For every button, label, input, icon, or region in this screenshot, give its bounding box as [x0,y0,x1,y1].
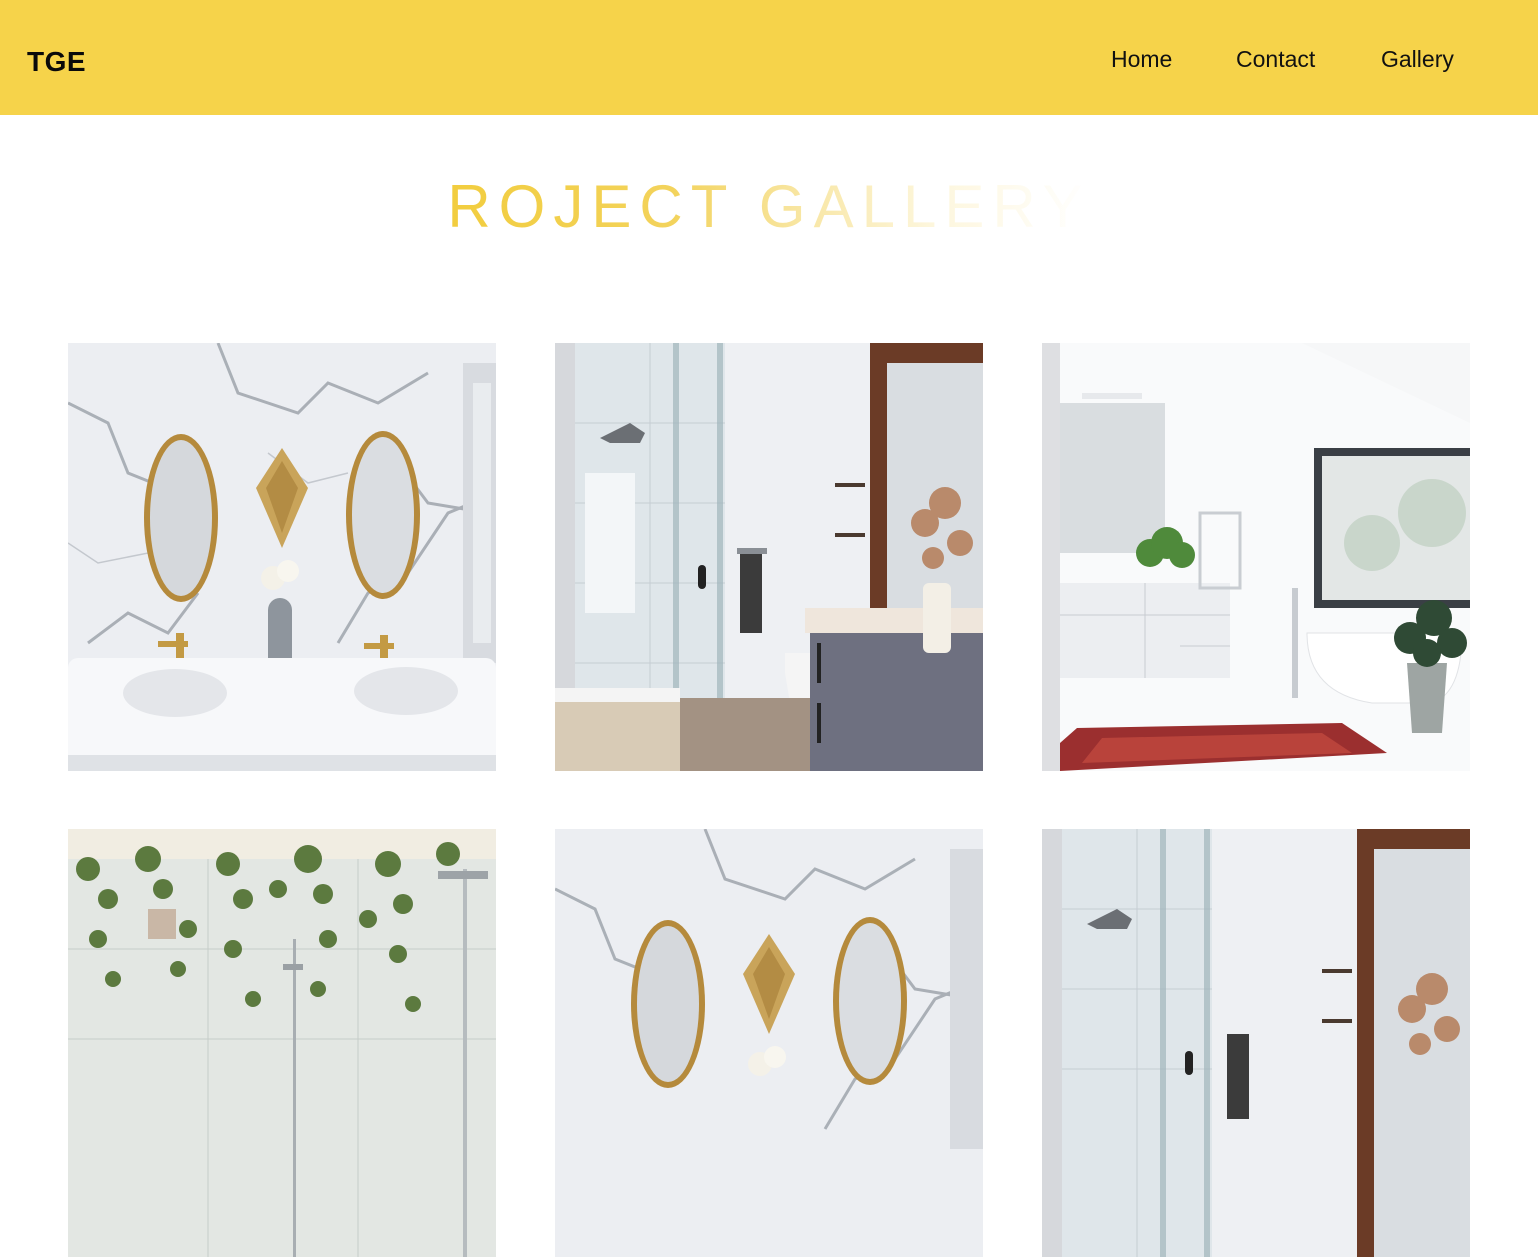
gallery-image-marble-vanity[interactable] [68,343,496,771]
nav-link-contact[interactable]: Contact [1236,46,1315,73]
gallery-title-text: ROJECT GALLERY [447,173,1091,240]
gallery-image-glass-shower-2[interactable] [1042,829,1470,1257]
glass-shower-photo-2 [1042,829,1470,1257]
glass-shower-photo [555,343,983,771]
gallery-image-glass-shower[interactable] [555,343,983,771]
hanging-plants-photo [68,829,496,1257]
page-title: ROJECT GALLERY [0,172,1538,241]
gallery-image-marble-vanity-2[interactable] [555,829,983,1257]
nav-link-gallery[interactable]: Gallery [1381,46,1454,73]
marble-vanity-photo [68,343,496,771]
nav-link-home[interactable]: Home [1111,46,1172,73]
marble-vanity-photo-2 [555,829,983,1257]
white-tub-photo [1042,343,1470,771]
gallery-image-white-tub[interactable] [1042,343,1470,771]
navbar: TGE Home Contact Gallery [0,0,1538,115]
site-logo[interactable]: TGE [27,46,86,78]
gallery-image-hanging-plants[interactable] [68,829,496,1257]
